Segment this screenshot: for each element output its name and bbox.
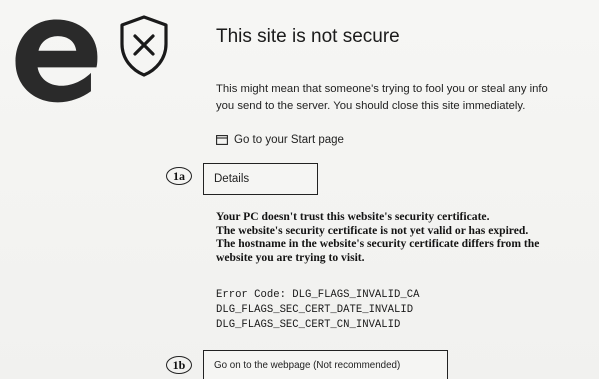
error-page: This site is not secure This might mean … bbox=[0, 0, 599, 379]
annotation-marker-1a: 1a bbox=[166, 167, 192, 185]
home-window-icon bbox=[216, 135, 228, 145]
error-code: DLG_FLAGS_SEC_CERT_CN_INVALID bbox=[216, 319, 401, 332]
details-button[interactable]: Details bbox=[203, 163, 318, 195]
warning-message-line: This might mean that someone's trying to… bbox=[216, 83, 548, 95]
reason-line: website you are trying to visit. bbox=[216, 250, 365, 264]
go-on-to-webpage-button[interactable]: Go on to the webpage (Not recommended) bbox=[203, 350, 448, 379]
warning-message: This might mean that someone's trying to… bbox=[216, 81, 588, 115]
details-reasons: Your PC doesn't trust this website's sec… bbox=[216, 210, 596, 264]
start-page-label: Go to your Start page bbox=[234, 134, 344, 146]
error-code: Error Code: DLG_FLAGS_INVALID_CA bbox=[216, 289, 420, 301]
reason-line: Your PC doesn't trust this website's sec… bbox=[216, 210, 490, 223]
reason-line: The website's security certificate is no… bbox=[216, 223, 529, 237]
error-code: DLG_FLAGS_SEC_CERT_DATE_INVALID bbox=[216, 304, 414, 317]
shield-x-icon bbox=[120, 15, 168, 77]
annotation-marker-1b: 1b bbox=[166, 356, 192, 374]
warning-message-line: you send to the server. You should close… bbox=[216, 100, 526, 112]
edge-logo-icon bbox=[15, 19, 98, 103]
page-title: This site is not secure bbox=[216, 26, 400, 47]
error-codes: Error Code: DLG_FLAGS_INVALID_CA DLG_FLA… bbox=[216, 288, 419, 334]
reason-line: The hostname in the website's security c… bbox=[216, 237, 540, 250]
start-page-link[interactable]: Go to your Start page bbox=[216, 134, 344, 146]
